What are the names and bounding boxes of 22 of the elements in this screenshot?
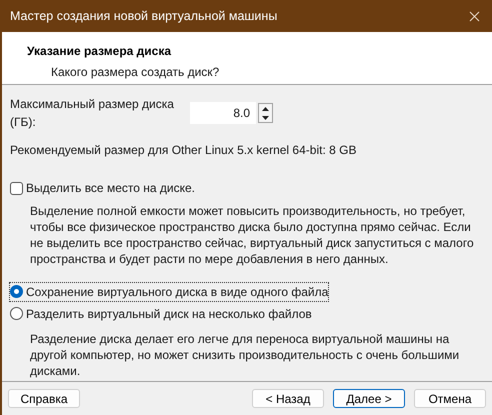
dialog-button[interactable]: Отмена xyxy=(414,389,486,408)
checkbox[interactable] xyxy=(10,182,23,194)
page-title: Указание размера диска xyxy=(27,43,172,60)
size-label: Максимальный размер диска (ГБ): xyxy=(10,96,175,131)
allocate-description: Выделение полной емкости может повысить производительность, но требует, чтобы все физическое пространство диска было доступна прямо сейчас. Если не выделить все пространство сейчас, виртуальный диск запуститься с малого пространства и будет расти по мере добавления в него данных. xyxy=(29,203,475,267)
radio-button[interactable] xyxy=(10,307,23,320)
dialog-button[interactable]: < Назад xyxy=(252,389,324,408)
size-field[interactable]: 8.0 xyxy=(190,102,256,124)
allocate-checkbox[interactable]: Выделить все место на диске. xyxy=(10,179,484,197)
radio-option[interactable]: Сохранение виртуального диска в виде одного файла xyxy=(10,282,328,300)
down-arrow-icon xyxy=(262,116,269,120)
radio-button[interactable] xyxy=(10,285,23,298)
page-subtitle: Какого размера создать диск? xyxy=(50,64,220,81)
option-description: Разделение диска делает его легче для переноса виртуальной машины на другой компьютер, но может снизить производительность с очень большими дисками. xyxy=(29,331,460,379)
up-arrow-icon xyxy=(262,106,269,110)
radio-option[interactable]: Разделить виртуальный диск на несколько файлов xyxy=(10,304,312,322)
dialog-button[interactable]: Справка xyxy=(8,389,80,408)
close-icon[interactable] xyxy=(469,10,480,22)
window-title: Мастер создания новой виртуальной машины xyxy=(10,8,278,25)
recommended-size: Рекомендуемый размер для Other Linux 5.x kernel 64-bit: 8 GB xyxy=(10,142,358,159)
spin-buttons[interactable] xyxy=(258,103,273,123)
dialog-button[interactable]: Далее > xyxy=(333,389,405,408)
